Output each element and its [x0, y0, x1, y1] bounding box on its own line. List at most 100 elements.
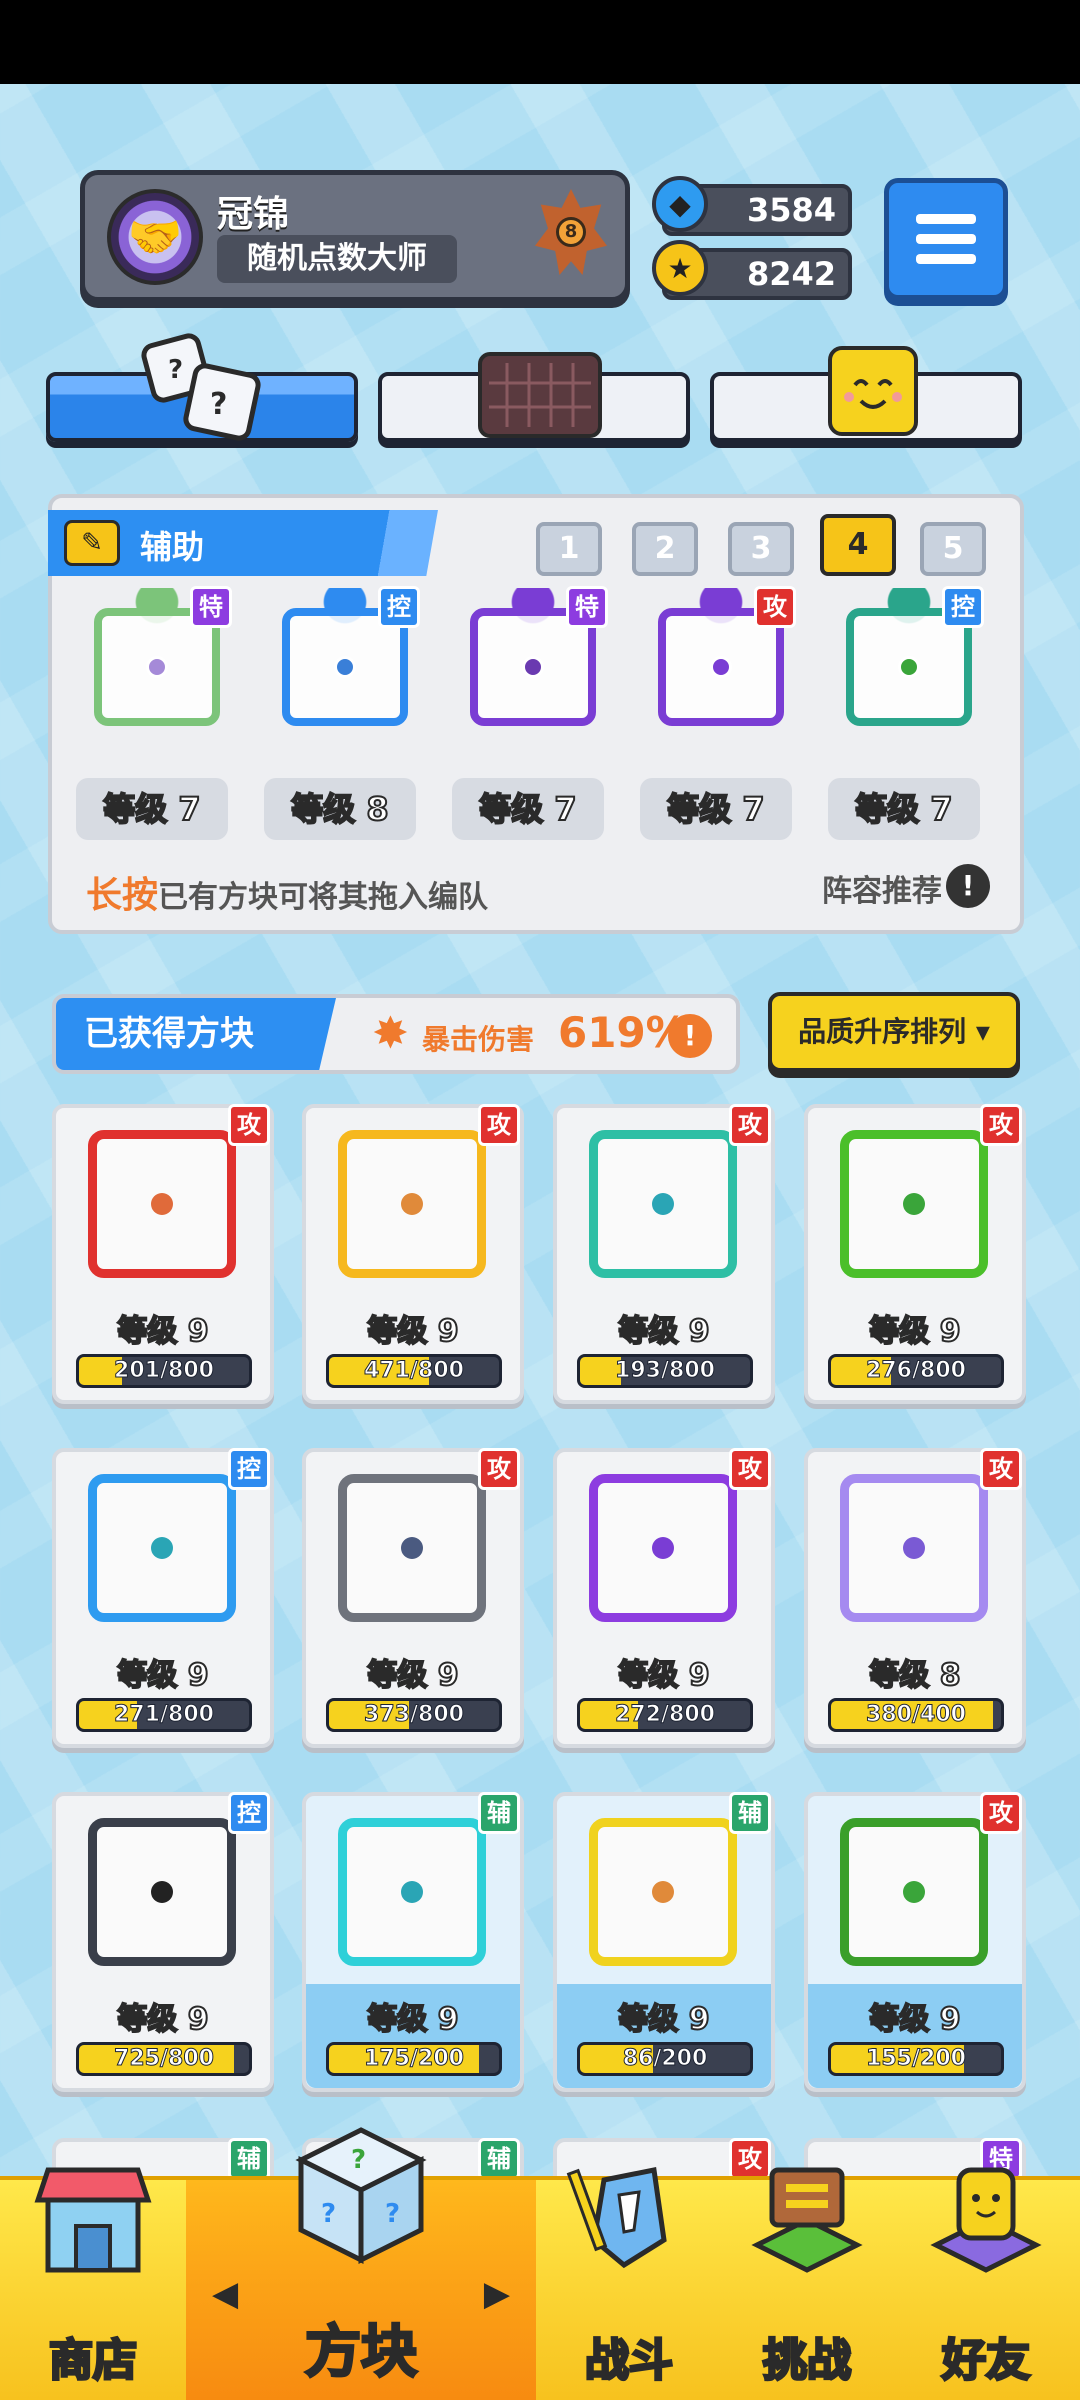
block-card[interactable]: 攻等级 9 201/800	[52, 1104, 274, 1404]
block-art	[589, 1474, 737, 1622]
block-pip	[903, 1193, 925, 1215]
svg-text:?: ?	[321, 2199, 336, 2229]
deck-number-5[interactable]: 5	[920, 522, 986, 576]
deck-number-3[interactable]: 3	[728, 522, 794, 576]
block-card[interactable]: 控等级 9 725/800	[52, 1792, 274, 2092]
block-card[interactable]: 辅等级 9 175/200	[302, 1792, 524, 2092]
progress-bar: 373/800	[326, 1698, 502, 1732]
menu-bar-icon	[916, 254, 976, 264]
profile-name: 冠锦	[217, 194, 290, 235]
card-level: 等级 9	[868, 2001, 961, 2038]
handshake-avatar-icon: 🤝	[107, 189, 203, 285]
nav-blocks-label: 方块	[304, 2319, 419, 2387]
block-pip	[146, 656, 168, 678]
card-level: 等级 9	[366, 2001, 459, 2038]
block-pip	[898, 656, 920, 678]
card-level: 等级 9	[617, 2001, 710, 2038]
block-art	[840, 1130, 988, 1278]
partial-tag: 辅	[228, 2138, 270, 2180]
menu-button[interactable]	[884, 178, 1008, 300]
gem-icon: ◆	[652, 176, 708, 232]
block-pip	[401, 1537, 423, 1559]
slot-tag: 控	[942, 586, 984, 628]
progress-bar: 725/800	[76, 2042, 252, 2076]
tab-dice[interactable]: ? ?	[46, 333, 358, 442]
block-art	[338, 1818, 486, 1966]
block-art	[338, 1130, 486, 1278]
progress-bar: 201/800	[76, 1354, 252, 1388]
slot-level: 等级 7	[828, 778, 980, 840]
deck-number-1[interactable]: 1	[536, 522, 602, 576]
block-art	[88, 1818, 236, 1966]
card-tag: 攻	[980, 1792, 1022, 1834]
card-level: 等级 9	[116, 1313, 209, 1350]
deck-header-label: 辅助	[140, 528, 205, 566]
block-card[interactable]: 攻等级 9 276/800	[804, 1104, 1026, 1404]
block-pip	[401, 1881, 423, 1903]
block-card[interactable]: 攻等级 9 471/800	[302, 1104, 524, 1404]
obtained-title: 已获得方块	[56, 998, 336, 1070]
card-level: 等级 9	[868, 1313, 961, 1350]
deck-number-4[interactable]: 4	[820, 514, 896, 576]
obtained-header: 已获得方块 ✸ 暴击伤害 619% !	[52, 994, 740, 1074]
card-level: 等级 9	[617, 1657, 710, 1694]
block-card[interactable]: 攻等级 9 373/800	[302, 1448, 524, 1748]
progress-text: 725/800	[114, 2046, 215, 2072]
slot-level: 等级 7	[452, 778, 604, 840]
card-tag: 攻	[980, 1448, 1022, 1490]
lineup-recommend[interactable]: 阵容推荐	[822, 866, 942, 910]
block-art	[840, 1474, 988, 1622]
slot-level: 等级 7	[76, 778, 228, 840]
progress-text: 276/800	[866, 1358, 967, 1384]
coin-icon: ★	[652, 240, 708, 296]
progress-bar: 380/400	[828, 1698, 1004, 1732]
menu-bar-icon	[916, 214, 976, 224]
deck-slot[interactable]: 控	[260, 586, 420, 728]
card-tag: 辅	[729, 1792, 771, 1834]
crit-burst-icon: ✸	[372, 1008, 409, 1059]
hint-text: 已有方块可将其拖入编队	[158, 880, 489, 915]
block-pip	[334, 656, 356, 678]
profile-card[interactable]: 🤝 冠锦 随机点数大师 8	[80, 170, 630, 302]
deck-slot[interactable]: 特	[448, 586, 608, 728]
nav-battle[interactable]: 战斗	[536, 2167, 722, 2400]
nav-challenge-label: 挑战	[762, 2334, 853, 2388]
info-icon[interactable]: !	[946, 864, 990, 908]
svg-text:?: ?	[210, 387, 227, 422]
progress-bar: 276/800	[828, 1354, 1004, 1388]
sort-button[interactable]: 品质升序排列 ▾	[768, 992, 1020, 1072]
block-art	[338, 1474, 486, 1622]
nav-shop[interactable]: 商店	[0, 2167, 186, 2400]
rank-number: 8	[556, 217, 586, 247]
crit-info-icon[interactable]: !	[668, 1014, 712, 1058]
nav-shop-label: 商店	[48, 2334, 139, 2388]
block-pip	[652, 1881, 674, 1903]
slot-tag: 特	[190, 586, 232, 628]
deck-panel: ✎ 辅助 1 2 3 4 5 特等级 7 控等级 8 特等级 7 攻等级 7 控等级 7…	[48, 494, 1024, 934]
tab-board[interactable]	[378, 352, 690, 442]
progress-text: 271/800	[114, 1702, 215, 1728]
deck-number-2[interactable]: 2	[632, 522, 698, 576]
nav-blocks[interactable]: ? ? ? ◀ ▶ 方块	[186, 2127, 536, 2400]
block-card[interactable]: 攻等级 8 380/400	[804, 1448, 1026, 1748]
pencil-icon[interactable]: ✎	[64, 520, 120, 566]
shop-icon	[28, 2150, 158, 2280]
block-card[interactable]: 攻等级 9 193/800	[553, 1104, 775, 1404]
deck-slot[interactable]: 特	[72, 586, 232, 728]
signboard-icon	[742, 2150, 872, 2280]
deck-slot[interactable]: 攻	[636, 586, 796, 728]
deck-slot[interactable]: 控	[824, 586, 984, 728]
nav-friends[interactable]: 好友	[892, 2167, 1080, 2400]
block-card[interactable]: 控等级 9 271/800	[52, 1448, 274, 1748]
block-pip	[522, 656, 544, 678]
progress-bar: 155/200	[828, 2042, 1004, 2076]
block-card[interactable]: 攻等级 9 155/200	[804, 1792, 1026, 2092]
card-tag: 攻	[729, 1448, 771, 1490]
tab-emoji[interactable]	[710, 346, 1022, 442]
mystery-cube-icon: ? ? ?	[281, 2110, 441, 2270]
svg-text:?: ?	[351, 2145, 366, 2175]
block-card[interactable]: 辅等级 9 86/200	[553, 1792, 775, 2092]
nav-friends-label: 好友	[941, 2334, 1032, 2388]
block-card[interactable]: 攻等级 9 272/800	[553, 1448, 775, 1748]
nav-challenge[interactable]: 挑战	[722, 2167, 892, 2400]
